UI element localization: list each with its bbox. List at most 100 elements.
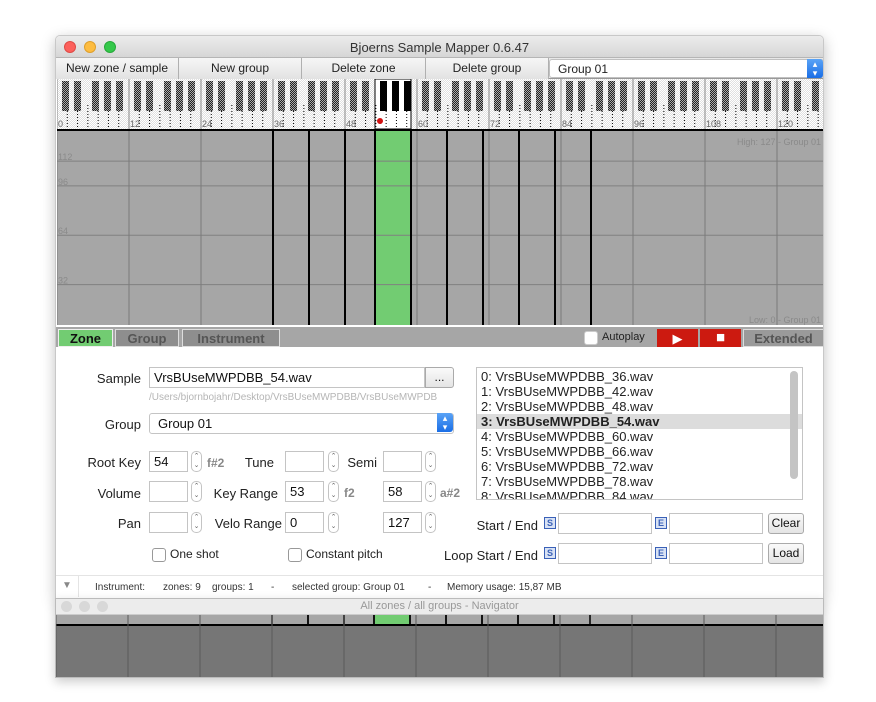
set-start-button[interactable]: S [544, 517, 556, 529]
sample-list-item[interactable]: 8: VrsBUseMWPDBB_84.wav [477, 489, 802, 499]
play-button[interactable]: ▶ [657, 329, 698, 348]
black-key [620, 81, 627, 111]
key-range-low-field[interactable]: 53 [285, 481, 324, 502]
nav-close-button[interactable] [61, 601, 72, 612]
set-end-button[interactable]: E [655, 517, 667, 529]
key-range-low-stepper[interactable]: ⌃ ⌄ [328, 481, 339, 502]
loop-end-field[interactable] [669, 543, 763, 564]
volume-stepper[interactable]: ⌃ ⌄ [191, 481, 202, 502]
delete-zone-button[interactable]: Delete zone [302, 58, 426, 79]
tab-group[interactable]: Group [115, 329, 179, 347]
status-memory: Memory usage: 15,87 MB [447, 582, 562, 593]
tab-zone[interactable]: Zone [58, 329, 113, 347]
semi-field[interactable] [383, 451, 422, 472]
zone-map-svg[interactable]: 112 96 64 32 High: 127 - Group 01 Low: 0 - Gr… [57, 131, 824, 325]
list-scrollbar[interactable] [790, 371, 798, 479]
stop-button[interactable]: ■ [700, 329, 741, 348]
black-key [578, 81, 585, 111]
sample-list-item[interactable]: 7: VrsBUseMWPDBB_78.wav [477, 474, 802, 489]
sample-list-item[interactable]: 1: VrsBUseMWPDBB_42.wav [477, 384, 802, 399]
sample-field[interactable]: VrsBUseMWPDBB_54.wav [149, 367, 425, 388]
velo-low-field[interactable]: 0 [285, 512, 324, 533]
root-key-field[interactable]: 54 [149, 451, 188, 472]
new-zone-button[interactable]: New zone / sample [56, 58, 179, 79]
black-key [188, 81, 195, 111]
root-key-stepper[interactable]: ⌃ ⌄ [191, 451, 202, 472]
browse-button[interactable]: ... [425, 367, 454, 388]
set-loop-start-button[interactable]: S [544, 547, 556, 559]
status-bar: ▼ Instrument: zones: 9 groups: 1 - selec… [56, 575, 823, 597]
key-range-high-note: a#2 [440, 486, 461, 500]
tune-field[interactable] [285, 451, 324, 472]
black-key [692, 81, 699, 111]
velo-range-label: Velo Range [214, 516, 282, 531]
volume-field[interactable] [149, 481, 188, 502]
sample-list-items: 0: VrsBUseMWPDBB_36.wav 1: VrsBUseMWPDBB_… [477, 368, 802, 499]
autoplay-label: Autoplay [602, 331, 645, 343]
semi-label: Semi [347, 455, 377, 470]
black-key [116, 81, 123, 111]
octave-label: 24 [202, 119, 212, 129]
constant-pitch-checkbox[interactable] [288, 548, 302, 562]
sample-list-item[interactable]: 4: VrsBUseMWPDBB_60.wav [477, 429, 802, 444]
semi-stepper[interactable]: ⌃ ⌄ [425, 451, 436, 472]
sample-list-item[interactable]: 5: VrsBUseMWPDBB_66.wav [477, 444, 802, 459]
pan-stepper[interactable]: ⌃ ⌄ [191, 512, 202, 533]
collapse-triangle-icon[interactable]: ▼ [62, 580, 72, 591]
key-range-high-stepper[interactable]: ⌃ ⌄ [425, 481, 436, 502]
sample-list-item[interactable]: 0: VrsBUseMWPDBB_36.wav [477, 369, 802, 384]
zone-border [554, 131, 592, 325]
black-key [638, 81, 645, 111]
key-range-label: Key Range [213, 486, 278, 501]
zone-map[interactable]: 112 96 64 32 High: 127 - Group 01 Low: 0 - Gr… [57, 129, 824, 325]
one-shot-checkbox[interactable] [152, 548, 166, 562]
group-dropdown[interactable]: Group 01 ▴ ▾ [149, 413, 454, 434]
new-group-button[interactable]: New group [179, 58, 302, 79]
one-shot-label: One shot [170, 547, 219, 561]
low-label: Low: 0 - Group 01 [749, 315, 821, 325]
black-key [74, 81, 81, 111]
velocity-label: 32 [58, 276, 68, 286]
piano-keyboard[interactable]: 0 12 24 36 48 60 72 84 96 108 120 [57, 79, 824, 129]
octave-label: 12 [130, 119, 140, 129]
black-key [62, 81, 69, 111]
select-arrows-icon: ▴ ▾ [807, 59, 823, 78]
black-key [206, 81, 213, 111]
extended-button[interactable]: Extended [743, 329, 823, 347]
keyboard-svg[interactable]: 0 12 24 36 48 60 72 84 96 108 120 [57, 79, 824, 129]
black-key [332, 81, 339, 111]
black-key [608, 81, 615, 111]
sample-list-item[interactable]: 6: VrsBUseMWPDBB_72.wav [477, 459, 802, 474]
zone-border [446, 131, 484, 325]
load-button[interactable]: Load [768, 543, 804, 564]
clear-button[interactable]: Clear [768, 513, 804, 534]
delete-group-button[interactable]: Delete group [426, 58, 549, 79]
key-range-high-field[interactable]: 58 [383, 481, 422, 502]
velo-high-field[interactable]: 127 [383, 512, 422, 533]
tune-stepper[interactable]: ⌃ ⌄ [328, 451, 339, 472]
velo-low-stepper[interactable]: ⌃ ⌄ [328, 512, 339, 533]
black-key [464, 81, 471, 111]
black-key [506, 81, 513, 111]
end-field[interactable] [669, 513, 763, 534]
tab-instrument[interactable]: Instrument [182, 329, 280, 347]
sample-list-item[interactable]: 3: VrsBUseMWPDBB_54.wav [477, 414, 802, 429]
constant-pitch-label: Constant pitch [306, 547, 383, 561]
sample-list-item[interactable]: 2: VrsBUseMWPDBB_48.wav [477, 399, 802, 414]
zone-border [344, 131, 376, 325]
status-zones: zones: 9 [163, 582, 201, 593]
autoplay-checkbox[interactable] [584, 331, 598, 345]
group-select[interactable]: Group 01 ▴ ▾ [549, 59, 823, 78]
navigator-map[interactable] [56, 615, 824, 678]
nav-zoom-button[interactable] [97, 601, 108, 612]
start-field[interactable] [558, 513, 652, 534]
octave-label: 60 [418, 119, 428, 129]
pan-field[interactable] [149, 512, 188, 533]
sample-list[interactable]: 0: VrsBUseMWPDBB_36.wav 1: VrsBUseMWPDBB_… [476, 367, 803, 500]
loop-start-field[interactable] [558, 543, 652, 564]
stop-icon: ■ [715, 329, 726, 346]
nav-minimize-button[interactable] [79, 601, 90, 612]
set-loop-end-button[interactable]: E [655, 547, 667, 559]
octave-label: 120 [778, 119, 793, 129]
velo-high-stepper[interactable]: ⌃ ⌄ [425, 512, 436, 533]
